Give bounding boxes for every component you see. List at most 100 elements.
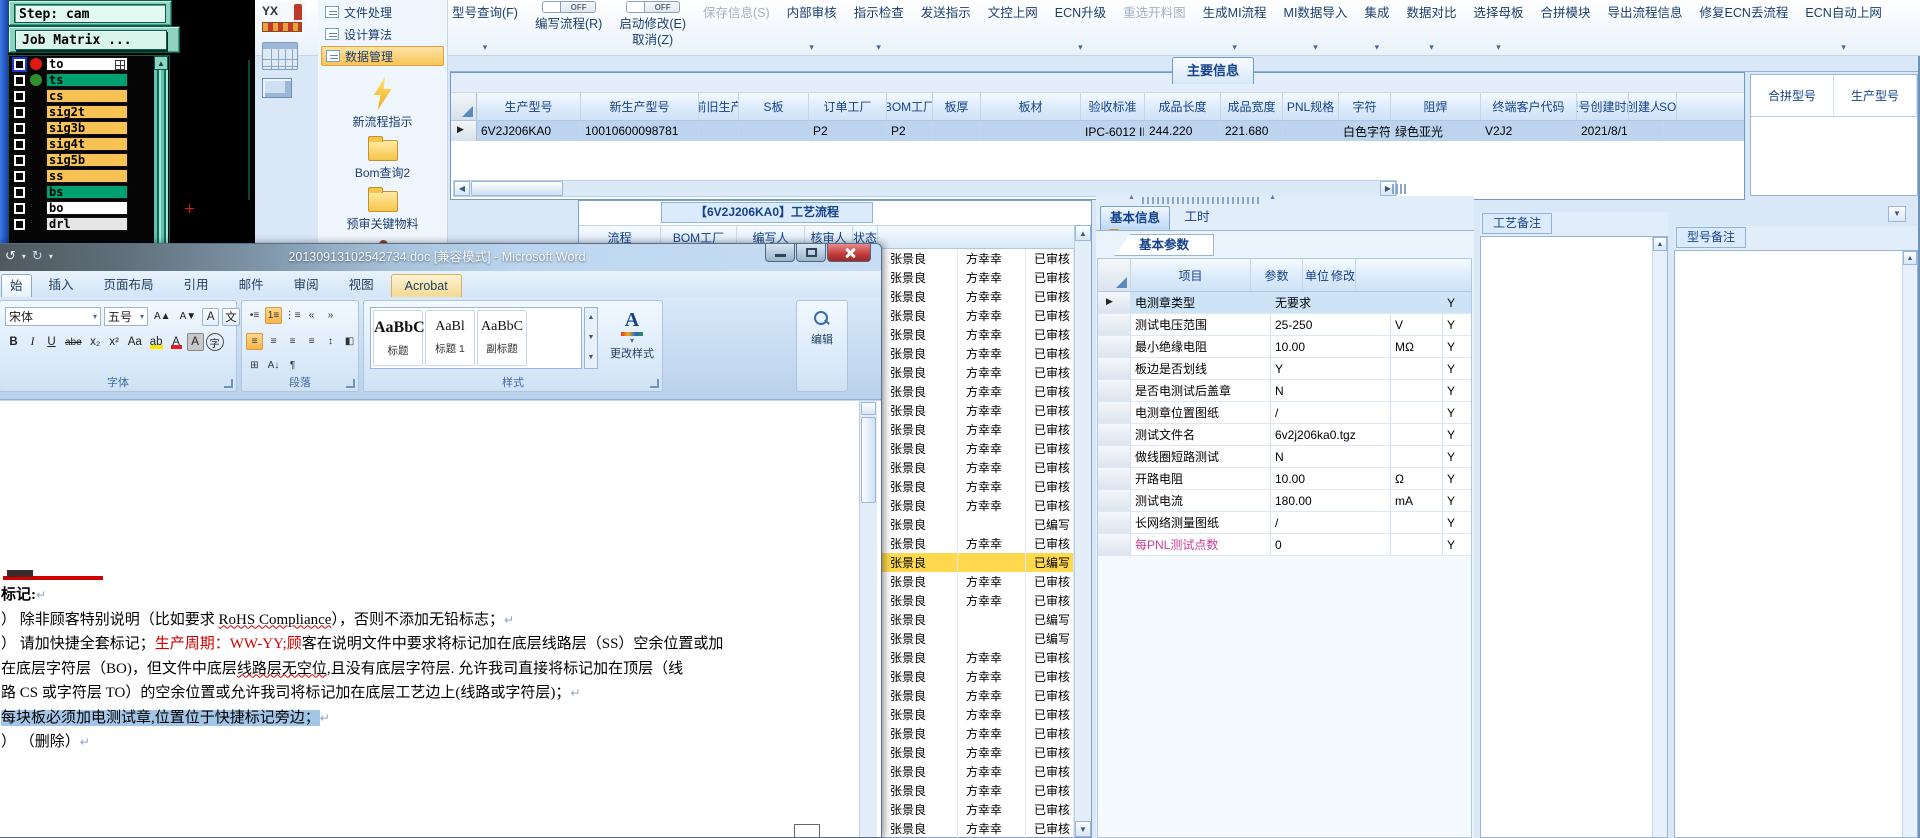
- layer-row[interactable]: sig2t: [9, 104, 169, 120]
- splitter-grip[interactable]: [1392, 184, 1414, 194]
- off-toggle[interactable]: OFF: [625, 1, 680, 13]
- flow-cell-reviewer[interactable]: 方幸幸: [958, 249, 1026, 268]
- scroll-down-icon[interactable]: ▼: [588, 334, 595, 341]
- grid-cell[interactable]: 白色字符: [1339, 121, 1391, 141]
- parameter-value[interactable]: N: [1271, 446, 1391, 467]
- layer-row[interactable]: sig5b: [9, 152, 169, 168]
- layer-checkbox[interactable]: [14, 202, 25, 214]
- flow-cell-writer[interactable]: 张景良: [882, 591, 958, 610]
- redo-icon[interactable]: ↻: [32, 248, 43, 264]
- layer-row[interactable]: sig4t: [9, 136, 169, 152]
- layer-name[interactable]: ss: [46, 169, 128, 183]
- tool-button[interactable]: 新流程指示: [318, 76, 447, 130]
- parameter-value[interactable]: /: [1271, 402, 1391, 423]
- flow-cell-writer[interactable]: 张景良: [882, 458, 958, 477]
- maximize-button[interactable]: [796, 244, 826, 262]
- flow-cell-status[interactable]: 已审核: [1026, 724, 1074, 743]
- document-line[interactable]: 标记:↵: [1, 583, 843, 608]
- grid-cell[interactable]: 绿色亚光: [1391, 121, 1481, 141]
- flow-cell-writer[interactable]: 张景良: [882, 629, 958, 648]
- grid-column-header[interactable]: 板材: [981, 93, 1081, 120]
- multilevel-list-icon[interactable]: ⋮≡: [284, 307, 301, 324]
- combine-grid-column-header[interactable]: 合拼型号: [1751, 75, 1834, 116]
- grid-column-header[interactable]: 创建人: [1629, 93, 1659, 120]
- grid-cell[interactable]: P2: [887, 121, 933, 141]
- grid-column-header[interactable]: 生产型号: [477, 93, 581, 120]
- strikethrough-icon[interactable]: abe: [62, 333, 85, 351]
- enclose-character-icon[interactable]: 字: [205, 333, 224, 351]
- flow-cell-reviewer[interactable]: 方幸幸: [958, 268, 1026, 287]
- toolbar-button[interactable]: MI数据导入 ▾: [1284, 0, 1348, 52]
- parameter-item[interactable]: 每PNL测试点数: [1131, 534, 1271, 555]
- flow-cell-writer[interactable]: 张景良: [882, 800, 958, 819]
- style-card[interactable]: AaBbC 标题: [373, 310, 425, 366]
- flow-cell-writer[interactable]: 张景良: [882, 306, 958, 325]
- grid-cell[interactable]: IPC-6012 II级: [1081, 121, 1145, 141]
- parameter-item[interactable]: 测试文件名: [1131, 424, 1271, 445]
- row-selector-cell[interactable]: [451, 121, 477, 141]
- ribbon-tab[interactable]: 视图: [336, 274, 387, 297]
- parameter-item[interactable]: 做线圈短路测试: [1131, 446, 1271, 467]
- flow-cell-writer[interactable]: 张景良: [882, 648, 958, 667]
- flow-cell-writer[interactable]: 张景良: [882, 781, 958, 800]
- parameter-column-header[interactable]: 单位: [1303, 259, 1331, 291]
- flow-cell-status[interactable]: 已审核: [1026, 439, 1074, 458]
- ribbon-tab[interactable]: Acrobat: [390, 274, 462, 297]
- flow-vertical-scrollbar[interactable]: ▲ ▼: [1074, 225, 1091, 837]
- tab-process-flow[interactable]: 【6V2J206KA0】工艺流程: [661, 202, 873, 223]
- underline-icon[interactable]: U: [43, 333, 60, 351]
- row-selector-cell[interactable]: [1098, 446, 1131, 467]
- grid-column-header[interactable]: BOM工厂: [887, 93, 933, 120]
- flow-cell-writer[interactable]: 张景良: [882, 515, 958, 534]
- job-matrix-button[interactable]: Job Matrix ...: [15, 30, 167, 50]
- flow-cell-status[interactable]: 已审核: [1026, 268, 1074, 287]
- parameter-row[interactable]: 电测章位置图纸 / Y: [1098, 402, 1471, 424]
- grid-cell[interactable]: [933, 121, 981, 141]
- flow-cell-status[interactable]: 已编写: [1026, 610, 1074, 629]
- flow-cell-status[interactable]: 已审核: [1026, 591, 1074, 610]
- grid-column-header[interactable]: 字符: [1339, 93, 1391, 120]
- flow-cell-status[interactable]: 已审核: [1026, 287, 1074, 306]
- scroll-down-icon[interactable]: ▼: [1075, 821, 1091, 837]
- parameter-item[interactable]: 板边是否划线: [1131, 358, 1271, 379]
- ribbon-tab[interactable]: 页面布局: [91, 274, 167, 297]
- ribbon-tab[interactable]: 审阅: [281, 274, 332, 297]
- tab-work-hours[interactable]: 工时: [1174, 206, 1220, 230]
- flow-cell-writer[interactable]: 张景良: [882, 439, 958, 458]
- row-selector-cell[interactable]: [1098, 534, 1131, 555]
- phonetic-guide-icon[interactable]: 文: [222, 307, 240, 326]
- tab-basic-params[interactable]: 基本参数: [1114, 234, 1214, 256]
- dialog-launcher-icon[interactable]: [650, 379, 659, 388]
- layer-checkbox[interactable]: [14, 186, 25, 198]
- dropdown-arrow-icon[interactable]: ▾: [49, 252, 53, 261]
- flow-cell-reviewer[interactable]: 方幸幸: [958, 667, 1026, 686]
- flow-cell-status[interactable]: 已审核: [1026, 534, 1074, 553]
- scrollbar-thumb[interactable]: [471, 181, 563, 196]
- flow-cell-reviewer[interactable]: 方幸幸: [958, 743, 1026, 762]
- flow-cell-status[interactable]: 已审核: [1026, 306, 1074, 325]
- grow-font-icon[interactable]: A▲: [151, 308, 174, 326]
- parameter-column-header[interactable]: 修改: [1331, 259, 1357, 291]
- tool-button[interactable]: 预审关键物料: [318, 187, 447, 232]
- flow-cell-reviewer[interactable]: 方幸幸: [958, 819, 1026, 838]
- parameter-item[interactable]: 电测章类型: [1131, 292, 1271, 313]
- document-scrollbar[interactable]: [859, 401, 877, 837]
- line-spacing-icon[interactable]: ↕: [322, 333, 339, 350]
- toolbar-button[interactable]: 生成MI流程 ▾: [1203, 0, 1267, 52]
- grid-cell[interactable]: [1659, 121, 1664, 141]
- scroll-up-icon[interactable]: ▲: [1653, 237, 1667, 251]
- clear-formatting-icon[interactable]: A: [202, 307, 220, 326]
- flow-cell-writer[interactable]: 张景良: [882, 705, 958, 724]
- layer-name[interactable]: cs: [46, 89, 128, 103]
- flow-cell-writer[interactable]: 张景良: [882, 534, 958, 553]
- flow-cell-writer[interactable]: 张景良: [882, 382, 958, 401]
- gallery-more-icon[interactable]: ▼: [588, 354, 595, 361]
- layer-checkbox[interactable]: [14, 154, 25, 166]
- parameter-row[interactable]: 电测章类型 无要求 Y: [1098, 292, 1471, 314]
- parameter-row[interactable]: 每PNL测试点数 0 Y: [1098, 534, 1471, 556]
- flow-cell-writer[interactable]: 张景良: [882, 724, 958, 743]
- change-case-icon[interactable]: Aa: [125, 333, 145, 351]
- grid-column-header[interactable]: 订单工厂: [809, 93, 887, 120]
- layer-name[interactable]: bs: [46, 185, 128, 199]
- row-selector-cell[interactable]: [1098, 292, 1131, 313]
